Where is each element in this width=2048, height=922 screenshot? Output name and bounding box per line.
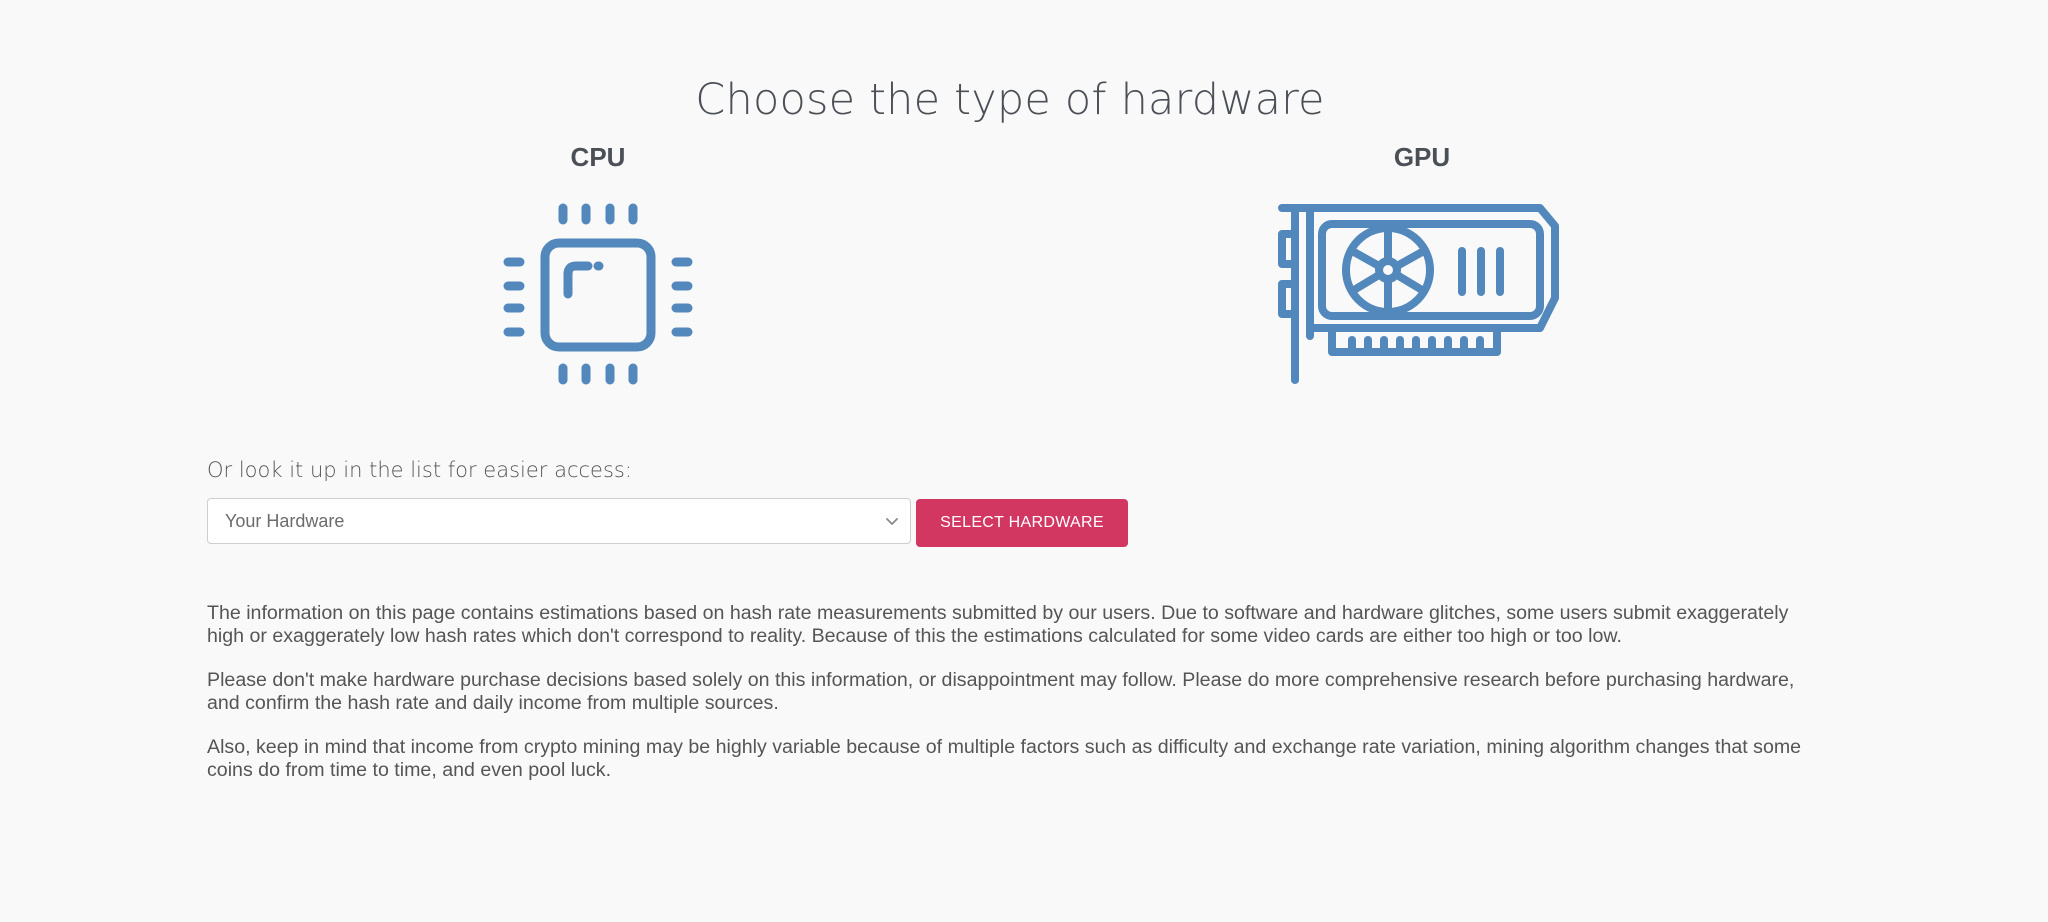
cpu-option[interactable]: CPU xyxy=(438,140,758,399)
disclaimer-paragraph: The information on this page contains es… xyxy=(207,602,1789,647)
select-hardware-button[interactable]: SELECT HARDWARE xyxy=(916,499,1128,547)
cpu-chip-icon[interactable] xyxy=(438,194,758,399)
gpu-option[interactable]: GPU xyxy=(1262,140,1582,399)
lookup-label: Or look it up in the list for easier acc… xyxy=(207,458,632,482)
page-title: Choose the type of hardware xyxy=(695,74,1325,125)
hardware-select[interactable]: Your Hardware xyxy=(207,498,911,544)
graphics-card-icon[interactable] xyxy=(1262,194,1582,399)
disclaimer-paragraph: Also, keep in mind that income from cryp… xyxy=(207,736,1802,781)
gpu-label: GPU xyxy=(1393,142,1451,172)
chevron-down-icon xyxy=(884,513,900,529)
disclaimer-paragraph: Please don't make hardware purchase deci… xyxy=(207,669,1795,714)
cpu-label: CPU xyxy=(570,142,626,172)
hardware-select-value: Your Hardware xyxy=(225,511,345,531)
disclaimer: The information on this page contains es… xyxy=(207,602,1817,803)
